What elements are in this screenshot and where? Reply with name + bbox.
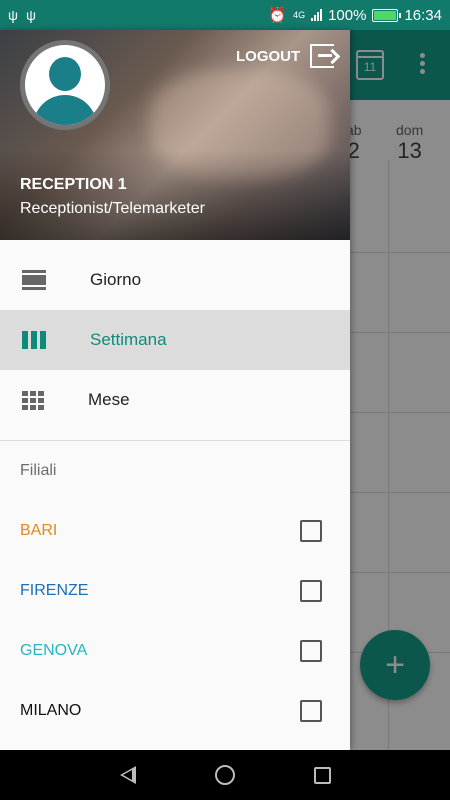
status-left: ψ ψ (8, 7, 36, 23)
branches-title: Filiali (20, 462, 57, 479)
branch-checkbox[interactable] (300, 520, 322, 542)
menu-item-label: Settimana (90, 330, 167, 349)
battery-percent: 100% (328, 6, 367, 24)
status-right: ⏰ 4G 100% 16:34 (268, 6, 442, 25)
menu-item-label: Giorno (90, 270, 142, 289)
menu-item-label: Mese (88, 390, 130, 409)
menu-item-settimana[interactable]: Settimana (0, 310, 350, 370)
status-bar: ψ ψ ⏰ 4G 100% 16:34 (0, 0, 450, 30)
home-icon[interactable] (214, 765, 235, 785)
logout-button[interactable]: LOGOUT (236, 44, 335, 68)
avatar (20, 40, 110, 130)
branch-item-genova[interactable]: GENOVA (0, 621, 350, 681)
navigation-drawer: LOGOUT RECEPTION 1 Receptionist/Telemark… (0, 30, 350, 750)
logout-label: LOGOUT (236, 47, 301, 65)
view-menu: Giorno Settimana Mese (0, 240, 350, 430)
branch-name: MILANO (20, 702, 82, 719)
branch-item-milano[interactable]: MILANO (0, 681, 350, 741)
recent-apps-icon[interactable] (313, 766, 331, 784)
back-icon[interactable] (119, 766, 136, 784)
screen: ψ ψ ⏰ 4G 100% 16:34 11 ab 2 dom 13 + LOG… (0, 0, 450, 800)
branch-checkbox[interactable] (300, 640, 322, 662)
branch-checkbox[interactable] (300, 580, 322, 602)
day-view-icon (22, 270, 46, 290)
drawer-header: LOGOUT RECEPTION 1 Receptionist/Telemark… (0, 30, 350, 240)
branch-name: GENOVA (20, 642, 88, 659)
usb-icon: ψ (8, 7, 18, 23)
network-type: 4G (293, 10, 306, 20)
menu-item-mese[interactable]: Mese (0, 370, 350, 430)
clock: 16:34 (404, 6, 442, 24)
alarm-icon: ⏰ (268, 7, 288, 24)
battery-fill (374, 10, 397, 20)
user-name: RECEPTION 1 (20, 176, 127, 193)
signal-icon (311, 9, 323, 21)
usb-debug-icon: ψ (25, 7, 36, 23)
week-view-icon (22, 330, 46, 350)
user-role: Receptionist/Telemarketer (20, 200, 205, 217)
system-nav-bar (0, 750, 450, 800)
month-view-icon (22, 390, 44, 410)
branch-item-bari[interactable]: BARI (0, 501, 350, 561)
logout-icon (310, 44, 335, 68)
avatar-head (49, 57, 81, 91)
battery-icon (372, 8, 402, 22)
branch-name: FIRENZE (20, 582, 89, 599)
branch-checkbox[interactable] (300, 700, 322, 722)
branch-name: BARI (20, 522, 58, 539)
avatar-body (33, 95, 97, 125)
menu-item-giorno[interactable]: Giorno (0, 250, 350, 310)
branch-item-firenze[interactable]: FIRENZE (0, 561, 350, 621)
